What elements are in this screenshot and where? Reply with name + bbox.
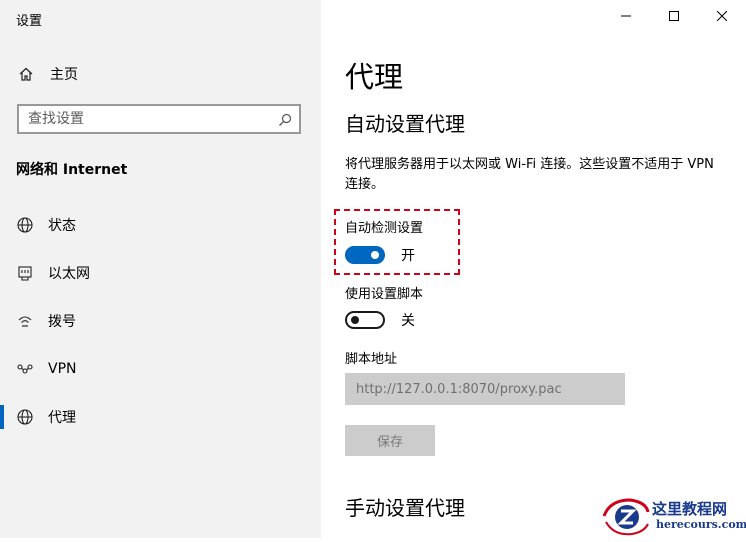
use-script-state: 关 [401, 313, 415, 329]
use-script-label: 使用设置脚本 [345, 287, 424, 302]
sidebar-item-dialup[interactable]: 拨号 [0, 301, 321, 341]
search-input[interactable] [19, 106, 270, 132]
script-address-input[interactable] [345, 373, 625, 405]
dialup-icon [16, 312, 34, 330]
window-controls [602, 0, 746, 32]
close-icon [717, 11, 727, 21]
sidebar-item-label: 状态 [48, 218, 76, 234]
sidebar: 设置 主页 网络和 Internet 状态 以太网 拨号 VP [0, 0, 321, 538]
window-title: 设置 [16, 14, 43, 29]
globe-status-icon [16, 216, 34, 234]
home-label: 主页 [50, 67, 78, 83]
watermark-url: herecours.com [656, 518, 746, 531]
sidebar-item-ethernet[interactable]: 以太网 [0, 253, 321, 293]
home-icon [18, 66, 34, 82]
use-script-toggle[interactable] [345, 311, 385, 329]
search-box[interactable] [17, 104, 301, 134]
auto-proxy-heading: 自动设置代理 [345, 112, 465, 136]
auto-proxy-description: 将代理服务器用于以太网或 Wi-Fi 连接。这些设置不适用于 VPN 连接。 [345, 157, 714, 192]
globe-icon [16, 408, 34, 426]
save-button[interactable]: 保存 [345, 425, 435, 456]
sidebar-item-proxy[interactable]: 代理 [0, 397, 321, 437]
use-script-row: 关 [345, 309, 415, 331]
page-title: 代理 [345, 60, 404, 94]
watermark-logo: 这里教程网 herecours.com [600, 494, 746, 538]
sidebar-item-label: VPN [48, 361, 77, 377]
minimize-icon [621, 15, 631, 17]
manual-proxy-heading: 手动设置代理 [345, 496, 465, 520]
sidebar-item-vpn[interactable]: VPN [0, 349, 321, 389]
section-title: 网络和 Internet [16, 162, 128, 178]
search-icon[interactable] [277, 112, 293, 128]
watermark-title: 这里教程网 [652, 500, 728, 518]
sidebar-item-label: 以太网 [48, 266, 90, 282]
toggle-knob [351, 316, 359, 324]
sidebar-item-label: 代理 [48, 410, 76, 426]
maximize-button[interactable] [650, 0, 698, 32]
highlight-box [334, 209, 460, 275]
script-address-label: 脚本地址 [345, 352, 398, 367]
close-button[interactable] [698, 0, 746, 32]
sidebar-item-label: 拨号 [48, 314, 76, 330]
minimize-button[interactable] [602, 0, 650, 32]
home-link[interactable]: 主页 [18, 65, 78, 83]
ethernet-icon [16, 264, 34, 282]
vpn-icon [16, 360, 34, 378]
sidebar-item-status[interactable]: 状态 [0, 205, 321, 245]
logo-icon [602, 498, 650, 536]
maximize-icon [669, 11, 679, 21]
